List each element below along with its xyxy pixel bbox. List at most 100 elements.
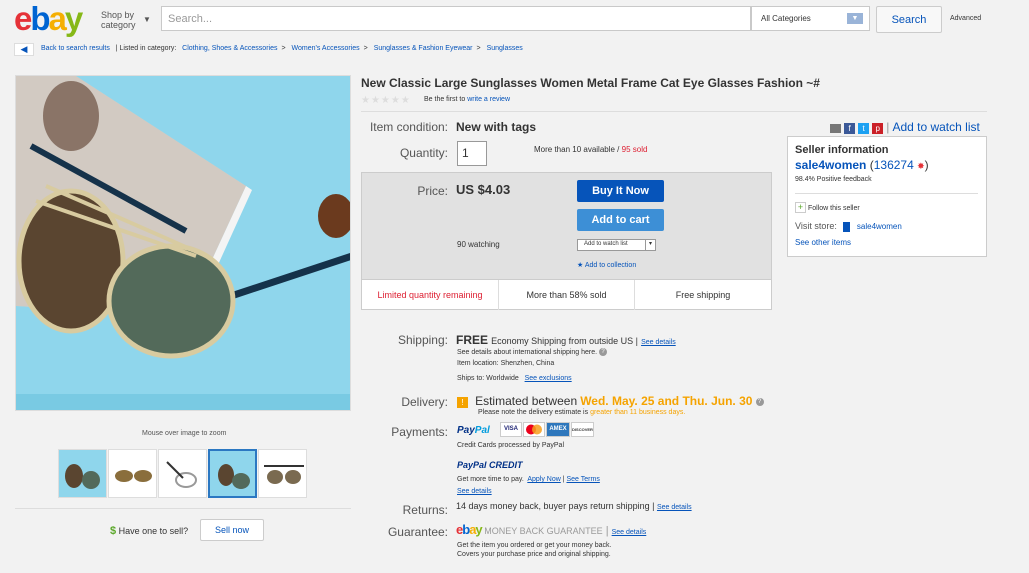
percent-sold: More than 58% sold: [499, 280, 635, 310]
breadcrumb-item[interactable]: Sunglasses: [487, 45, 523, 52]
condition-value: New with tags: [456, 120, 537, 134]
plus-icon: +: [795, 202, 806, 213]
email-icon[interactable]: [830, 123, 841, 133]
back-arrow-icon[interactable]: ◀: [14, 43, 34, 56]
seller-name-line: sale4women (136274 ✸): [795, 158, 929, 172]
divider: [795, 193, 978, 194]
add-to-collection-link[interactable]: ★ Add to collection: [577, 261, 636, 269]
thumbnail-selected[interactable]: [208, 449, 257, 498]
dropdown-arrow-icon: ▼: [847, 13, 863, 24]
help-icon[interactable]: ?: [755, 398, 764, 407]
visa-icon: VISA: [500, 422, 522, 437]
category-select[interactable]: All Categories ▼: [751, 6, 870, 31]
seller-info-box: Seller information sale4women (136274 ✸)…: [787, 136, 987, 257]
ebay-small-logo: ebay: [456, 522, 483, 537]
price-label: Price:: [417, 184, 448, 198]
feedback-score-link[interactable]: 136274: [874, 158, 914, 172]
thumbnail[interactable]: [258, 449, 307, 498]
review-prompt: Be the first to write a review: [424, 96, 510, 103]
star-icon: ★: [577, 262, 584, 269]
see-terms-link[interactable]: See Terms: [567, 476, 600, 483]
dropdown-arrow-icon: ▾: [645, 240, 655, 250]
mastercard-icon: [523, 422, 545, 437]
search-button[interactable]: Search: [876, 6, 942, 33]
positive-feedback: 98.4% Positive feedback: [795, 176, 872, 183]
quantity-label: Quantity:: [399, 146, 448, 160]
add-to-cart-button[interactable]: Add to cart: [577, 209, 664, 231]
breadcrumb: Back to search results | Listed in categ…: [41, 45, 523, 52]
back-to-results-link[interactable]: Back to search results: [41, 45, 110, 52]
breadcrumb-item[interactable]: Women's Accessories: [292, 45, 360, 52]
amex-icon: AMEX: [546, 422, 570, 437]
shipping-label: Shipping:: [397, 333, 448, 347]
availability: More than 10 available / 95 sold: [534, 145, 648, 154]
facebook-icon[interactable]: f: [844, 122, 856, 134]
visit-store-line: Visit store: sale4women: [795, 221, 902, 232]
urgency-bar: Limited quantity remaining More than 58%…: [362, 279, 771, 310]
pinterest-icon[interactable]: p: [872, 122, 884, 134]
free-shipping-badge: Free shipping: [675, 290, 731, 300]
breadcrumb-item[interactable]: Clothing, Shoes & Accessories: [182, 45, 277, 52]
sell-now-button[interactable]: Sell now: [200, 519, 264, 541]
divider: [361, 111, 987, 112]
returns-label: Returns:: [402, 503, 448, 517]
shipping-details-link[interactable]: See details: [641, 339, 676, 346]
credit-cards-note: Credit Cards processed by PayPal: [457, 442, 564, 449]
shop-by-category[interactable]: Shop by category ▼: [101, 10, 151, 30]
returns-details-link[interactable]: See details: [657, 504, 692, 511]
search-input[interactable]: Search...: [161, 6, 751, 31]
add-to-watch-list-link[interactable]: Add to watch list: [892, 120, 979, 134]
store-icon: [843, 221, 851, 232]
paypal-credit-details-link[interactable]: See details: [457, 488, 492, 495]
delivery-note: Please note the delivery estimate is gre…: [478, 409, 686, 416]
shipping-line: FREE Economy Shipping from outside US | …: [456, 333, 676, 347]
store-link[interactable]: sale4women: [857, 222, 902, 231]
product-image[interactable]: [15, 75, 351, 411]
write-review-link[interactable]: write a review: [467, 96, 510, 103]
seller-heading: Seller information: [795, 144, 889, 156]
buy-it-now-button[interactable]: Buy It Now: [577, 180, 664, 202]
thumbnail[interactable]: [58, 449, 107, 498]
discover-icon: DISCOVER: [571, 422, 594, 437]
limited-quantity: Limited quantity remaining: [362, 280, 499, 310]
advanced-search-link[interactable]: Advanced: [950, 15, 981, 22]
quantity-input[interactable]: 1: [457, 141, 487, 166]
thumbnail[interactable]: [158, 449, 207, 498]
returns-policy: 14 days money back, buyer pays return sh…: [456, 501, 692, 511]
guarantee-details-link[interactable]: See details: [612, 529, 647, 536]
ebay-logo[interactable]: ebay: [14, 2, 83, 35]
ships-to: Ships to: Worldwide See exclusions: [457, 375, 572, 382]
see-other-items-link[interactable]: See other items: [795, 238, 851, 247]
add-to-watch-list-select[interactable]: Add to watch list ▾: [577, 239, 656, 251]
item-title: New Classic Large Sunglasses Women Metal…: [361, 76, 820, 90]
apply-now-link[interactable]: Apply Now: [527, 476, 560, 483]
payments-label: Payments:: [391, 425, 448, 439]
delivery-flag-icon: !: [457, 396, 468, 408]
item-location: Item location: Shenzhen, China: [457, 360, 555, 367]
delivery-line: ! Estimated between Wed. May. 25 and Thu…: [457, 394, 764, 408]
paypal-credit-logo: PayPal CREDIT: [457, 460, 523, 470]
guarantee-line-1: Get the item you ordered or get your mon…: [457, 542, 612, 549]
watching-count: 90 watching: [457, 240, 500, 249]
guarantee-label: Guarantee:: [387, 525, 448, 539]
breadcrumb-item[interactable]: Sunglasses & Fashion Eyewear: [374, 45, 473, 52]
follow-seller[interactable]: + Follow this seller: [795, 202, 860, 213]
seller-name-link[interactable]: sale4women: [795, 158, 866, 172]
paypal-logo: PayPal: [457, 425, 490, 436]
chevron-down-icon: ▼: [143, 15, 151, 24]
price-value: US $4.03: [456, 182, 511, 197]
dollar-icon: $: [110, 525, 117, 537]
see-exclusions-link[interactable]: See exclusions: [525, 375, 572, 382]
zoom-hint: Mouse over image to zoom: [142, 430, 227, 437]
feedback-star-icon: ✸: [917, 161, 925, 171]
help-icon[interactable]: ?: [599, 348, 608, 356]
intl-shipping-note: See details about international shipping…: [457, 348, 608, 356]
guarantee-line-2: Covers your purchase price and original …: [457, 551, 611, 558]
divider: [15, 508, 351, 509]
condition-label: Item condition:: [369, 120, 448, 134]
money-back-guarantee: ebay MONEY BACK GUARANTEE | See details: [456, 522, 647, 537]
rating-stars: ★★★★★: [361, 95, 411, 106]
delivery-label: Delivery:: [401, 395, 448, 409]
twitter-icon[interactable]: t: [858, 122, 870, 134]
thumbnail[interactable]: [108, 449, 157, 498]
